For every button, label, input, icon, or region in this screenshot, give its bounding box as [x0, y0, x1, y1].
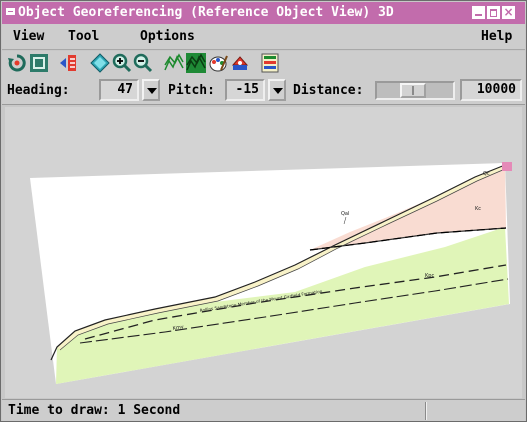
zoom-out-icon[interactable]: [133, 53, 153, 73]
distance-slider-thumb[interactable]: [400, 83, 426, 98]
3d-view-canvas[interactable]: Qal Kc Kmv Kpc Rollins Sandstone Member …: [5, 107, 522, 398]
diamond-icon[interactable]: [90, 53, 110, 73]
maximize-button[interactable]: [487, 6, 500, 19]
menu-help[interactable]: Help: [481, 29, 512, 44]
label-kpc: Kpc: [425, 273, 434, 279]
color-fill-icon[interactable]: [230, 53, 250, 73]
toolbar: [2, 51, 525, 75]
paint-icon[interactable]: [208, 53, 228, 73]
close-button[interactable]: ×: [502, 6, 515, 19]
rotate-view-icon[interactable]: [7, 53, 27, 73]
menu-bar: View Tool Options Help: [2, 24, 525, 50]
status-bar: Time to draw: 1 Second: [2, 399, 525, 421]
full-view-icon[interactable]: [29, 53, 49, 73]
menu-view[interactable]: View: [13, 29, 44, 44]
title-bar[interactable]: Object Georeferencing (Reference Object …: [2, 2, 525, 24]
view-controls: Heading: 47 Pitch: -15 Distance: 10000: [2, 75, 525, 105]
pitch-label: Pitch:: [168, 83, 215, 98]
solid-surface-icon[interactable]: [186, 53, 206, 73]
menu-tool[interactable]: Tool: [68, 29, 99, 44]
add-point-icon[interactable]: [59, 53, 79, 73]
pitch-dropdown-button[interactable]: [268, 79, 286, 101]
window-title: Object Georeferencing (Reference Object …: [18, 5, 394, 20]
heading-field[interactable]: 47: [99, 79, 139, 101]
menu-options[interactable]: Options: [140, 29, 195, 44]
geologic-cross-section: Qal Kc Kmv Kpc Rollins Sandstone Member …: [30, 162, 512, 384]
distance-field[interactable]: 10000: [460, 79, 522, 101]
heading-label: Heading:: [7, 83, 70, 98]
wireframe-icon[interactable]: [164, 53, 184, 73]
label-summit: Qc: [483, 171, 490, 177]
pitch-field[interactable]: -15: [225, 79, 265, 101]
label-qal: Qal: [341, 211, 349, 217]
summit-marker: [502, 162, 512, 171]
distance-slider[interactable]: [375, 81, 455, 100]
minimize-button[interactable]: [472, 6, 485, 19]
window-menu-icon[interactable]: [6, 8, 15, 15]
label-kc: Kc: [475, 206, 481, 212]
status-divider-highlight: [426, 402, 427, 420]
distance-label: Distance:: [293, 83, 364, 98]
status-text: Time to draw: 1 Second: [8, 403, 181, 418]
app-window: Object Georeferencing (Reference Object …: [0, 0, 527, 422]
heading-dropdown-button[interactable]: [142, 79, 160, 101]
zoom-in-icon[interactable]: [112, 53, 132, 73]
layer-controls-icon[interactable]: [260, 53, 280, 73]
